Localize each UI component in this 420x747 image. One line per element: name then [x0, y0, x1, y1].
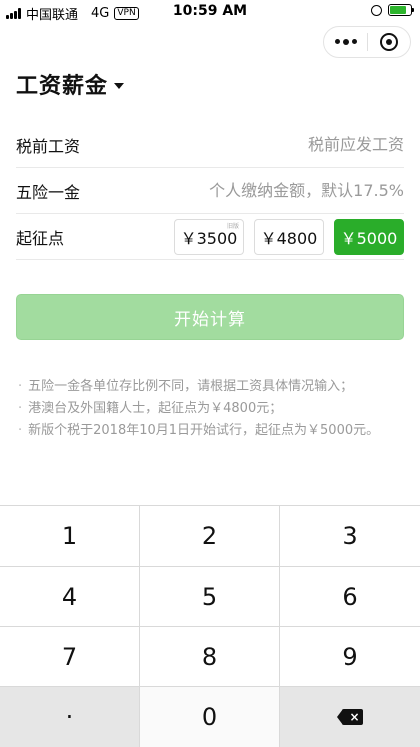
- alarm-icon: [371, 4, 382, 16]
- insurance-row: 五险一金: [16, 168, 404, 214]
- target-circle-icon: [380, 33, 398, 51]
- delete-key[interactable]: ×: [280, 687, 420, 747]
- key-3[interactable]: 3: [280, 506, 420, 567]
- backspace-icon: ×: [337, 709, 363, 725]
- key-5[interactable]: 5: [140, 567, 280, 627]
- more-dots-icon[interactable]: [324, 39, 367, 45]
- key-9[interactable]: 9: [280, 627, 420, 687]
- status-time: 10:59 AM: [172, 3, 248, 19]
- salary-row: 税前工资: [16, 122, 404, 168]
- old-version-mark: 旧版: [226, 222, 239, 230]
- note-text: 新版个税于2018年10月1日开始试行，起征点为￥5000元。: [28, 423, 380, 438]
- list-item: · 港澳台及外国籍人士，起征点为￥4800元；: [18, 398, 408, 420]
- note-text: 港澳台及外国籍人士，起征点为￥4800元；: [28, 401, 283, 416]
- status-right: [371, 4, 414, 16]
- key-0[interactable]: 0: [140, 687, 280, 747]
- page-title: 工资薪金: [16, 74, 109, 99]
- numeric-keypad: 1 2 3 4 5 6 7 8 9 · 0 ×: [0, 505, 420, 747]
- key-7[interactable]: 7: [0, 627, 140, 687]
- dropdown-caret-icon: [114, 82, 125, 89]
- battery-icon: [388, 4, 414, 16]
- key-2[interactable]: 2: [140, 506, 280, 567]
- insurance-label: 五险一金: [16, 182, 81, 202]
- key-1[interactable]: 1: [0, 506, 140, 567]
- bullet-dot: ·: [18, 379, 23, 394]
- threshold-option-label: ￥5000: [340, 228, 398, 248]
- salary-label: 税前工资: [16, 136, 81, 156]
- start-calculation-button[interactable]: 开始计算: [16, 294, 404, 340]
- threshold-option-3500[interactable]: ￥3500 旧版: [174, 218, 244, 255]
- key-8[interactable]: 8: [140, 627, 280, 687]
- capsule-close-button[interactable]: [368, 33, 410, 51]
- insurance-input[interactable]: [144, 181, 404, 200]
- threshold-label: 起征点: [16, 228, 65, 248]
- page-title-dropdown[interactable]: 工资薪金: [16, 68, 125, 100]
- key-dot[interactable]: ·: [0, 687, 140, 747]
- capsule-menu: [323, 26, 411, 58]
- threshold-option-5000[interactable]: ￥5000: [334, 218, 404, 255]
- threshold-option-4800[interactable]: ￥4800: [254, 218, 324, 255]
- threshold-row: 起征点 ￥3500 旧版 ￥4800 ￥5000: [16, 214, 404, 260]
- threshold-option-label: ￥4800: [260, 228, 318, 248]
- key-4[interactable]: 4: [0, 567, 140, 627]
- list-item: · 新版个税于2018年10月1日开始试行，起征点为￥5000元。: [18, 420, 408, 442]
- status-bar: 中国联通 4G VPN 10:59 AM: [0, 0, 420, 24]
- salary-input[interactable]: [164, 135, 404, 154]
- bullet-dot: ·: [18, 423, 23, 438]
- notes-list: · 五险一金各单位存比例不同，请根据工资具体情况输入； · 港澳台及外国籍人士，起征…: [18, 376, 408, 442]
- note-text: 五险一金各单位存比例不同，请根据工资具体情况输入；: [28, 379, 354, 394]
- list-item: · 五险一金各单位存比例不同，请根据工资具体情况输入；: [18, 376, 408, 398]
- key-6[interactable]: 6: [280, 567, 420, 627]
- threshold-options: ￥3500 旧版 ￥4800 ￥5000: [174, 218, 404, 255]
- bullet-dot: ·: [18, 401, 23, 416]
